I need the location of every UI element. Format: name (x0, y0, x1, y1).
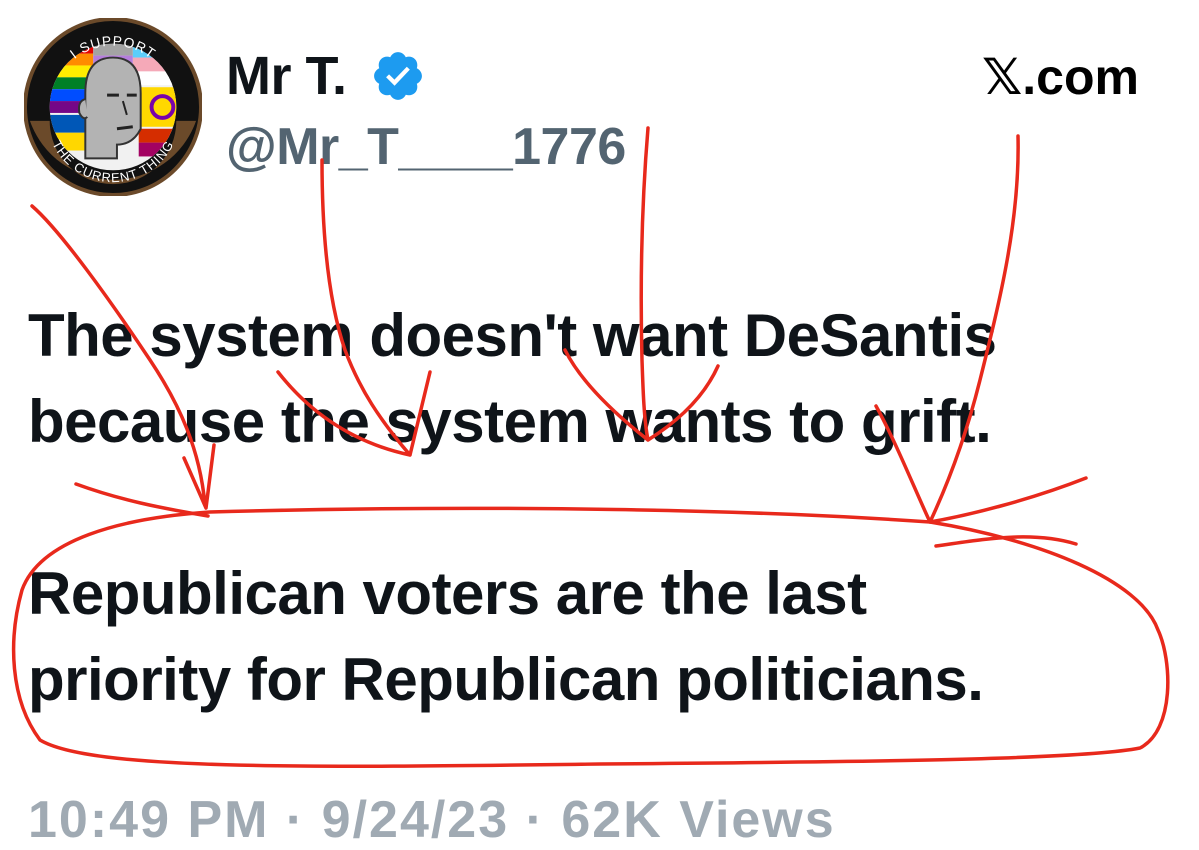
verified-badge-icon (374, 52, 422, 100)
tweet-line: The system doesn't want DeSantis (28, 302, 997, 369)
tweet-paragraph-2: Republican voters are the last priority … (28, 551, 984, 723)
x-site-logo: 𝕏.com (982, 49, 1139, 105)
display-name[interactable]: Mr T. (226, 44, 347, 108)
avatar[interactable]: I SUPPORT THE CURRENT THING (24, 18, 202, 196)
tweet-timestamp[interactable]: 10:49 PM · 9/24/23 · 62K Views (28, 790, 836, 850)
tweet-line: priority for Republican politicians. (28, 646, 984, 713)
tweet-paragraph-1: The system doesn't want DeSantis because… (28, 293, 997, 465)
tweet-line: Republican voters are the last (28, 560, 867, 627)
tweet-line: because the system wants to grift. (28, 388, 992, 455)
user-handle[interactable]: @Mr_T____1776 (226, 116, 626, 178)
